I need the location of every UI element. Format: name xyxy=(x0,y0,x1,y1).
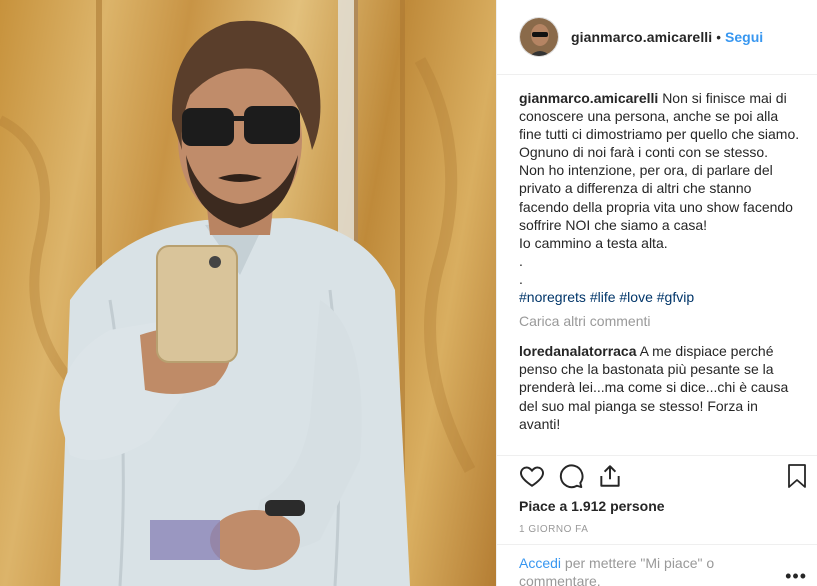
post-timestamp[interactable]: 1 GIORNO FA xyxy=(519,524,588,535)
likes-count[interactable]: Piace a 1.912 persone xyxy=(519,498,665,514)
follow-button[interactable]: Segui xyxy=(725,29,763,45)
selfie-illustration xyxy=(0,0,476,586)
post-header: gianmarco.amicarelli • Segui xyxy=(497,0,817,75)
login-prompt: Accedi per mettere "Mi piace" o commenta… xyxy=(519,554,769,586)
header-username[interactable]: gianmarco.amicarelli xyxy=(571,29,712,45)
avatar[interactable] xyxy=(519,17,559,57)
instagram-post: gianmarco.amicarelli • Segui gianmarco.a… xyxy=(0,0,817,586)
post-photo[interactable] xyxy=(0,0,496,586)
header-separator: • xyxy=(716,29,722,45)
post-side-panel: gianmarco.amicarelli • Segui gianmarco.a… xyxy=(496,0,817,586)
share-icon[interactable] xyxy=(597,463,623,489)
heart-icon[interactable] xyxy=(519,463,545,489)
caption-hashtags[interactable]: #noregrets #life #love #gfvip xyxy=(519,288,801,306)
load-more-comments-button[interactable]: Carica altri commenti xyxy=(519,312,801,330)
ellipsis-icon[interactable]: ••• xyxy=(785,566,807,586)
comments-section: gianmarco.amicarelli Non si finisce mai … xyxy=(519,89,801,433)
action-bar xyxy=(519,463,809,491)
comment-username[interactable]: loredanalatorraca xyxy=(519,343,637,359)
caption-text: Non si finisce mai di conoscere una pers… xyxy=(519,90,800,287)
comment-item: loredanalatorraca A me dispiace perché p… xyxy=(519,342,801,432)
login-link[interactable]: Accedi xyxy=(519,555,561,571)
caption: gianmarco.amicarelli Non si finisce mai … xyxy=(519,89,801,306)
bookmark-icon[interactable] xyxy=(785,463,811,489)
divider xyxy=(497,544,817,545)
comment-icon[interactable] xyxy=(558,463,584,489)
caption-username[interactable]: gianmarco.amicarelli xyxy=(519,90,658,106)
divider xyxy=(497,455,817,456)
